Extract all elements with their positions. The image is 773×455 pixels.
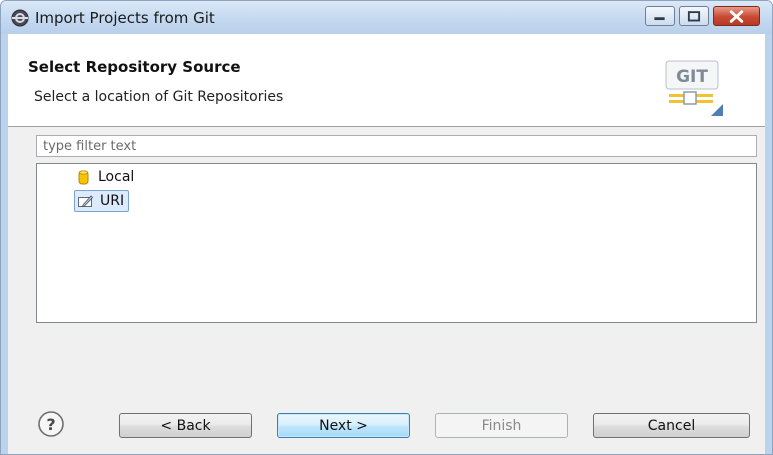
tree-item-local[interactable]: Local	[75, 166, 134, 188]
tree-item-label: URI	[100, 193, 125, 209]
window-title: Import Projects from Git	[35, 9, 215, 27]
uri-edit-icon	[78, 194, 94, 207]
page-description: Select a location of Git Repositories	[34, 89, 284, 105]
repository-source-tree[interactable]: Local URI	[36, 163, 757, 323]
back-button[interactable]: < Back	[119, 413, 252, 438]
close-button[interactable]	[713, 6, 760, 26]
dialog-window: Import Projects from Git Select Reposito…	[0, 0, 773, 455]
repository-cylinder-icon	[78, 169, 89, 184]
filter-input[interactable]	[36, 135, 757, 157]
dialog-client-area: Select Repository Source Select a locati…	[8, 34, 765, 454]
title-bar[interactable]: Import Projects from Git	[1, 1, 772, 34]
page-title: Select Repository Source	[28, 58, 241, 76]
next-button[interactable]: Next >	[277, 413, 410, 438]
help-icon[interactable]: ?	[37, 410, 65, 438]
minimize-button[interactable]	[645, 6, 675, 26]
finish-button[interactable]: Finish	[435, 413, 568, 438]
eclipse-icon	[11, 9, 29, 27]
cancel-button[interactable]: Cancel	[593, 413, 750, 438]
maximize-button[interactable]	[679, 6, 709, 26]
tree-item-label: Local	[98, 169, 135, 185]
git-logo-text: GIT	[676, 67, 708, 87]
wizard-banner: Select Repository Source Select a locati…	[8, 34, 765, 127]
tree-item-uri[interactable]: URI	[74, 190, 130, 212]
maximize-icon	[687, 11, 701, 22]
close-icon	[729, 10, 744, 23]
minimize-icon	[654, 17, 665, 21]
svg-text:?: ?	[46, 415, 55, 434]
git-logo-icon: GIT	[665, 60, 723, 116]
